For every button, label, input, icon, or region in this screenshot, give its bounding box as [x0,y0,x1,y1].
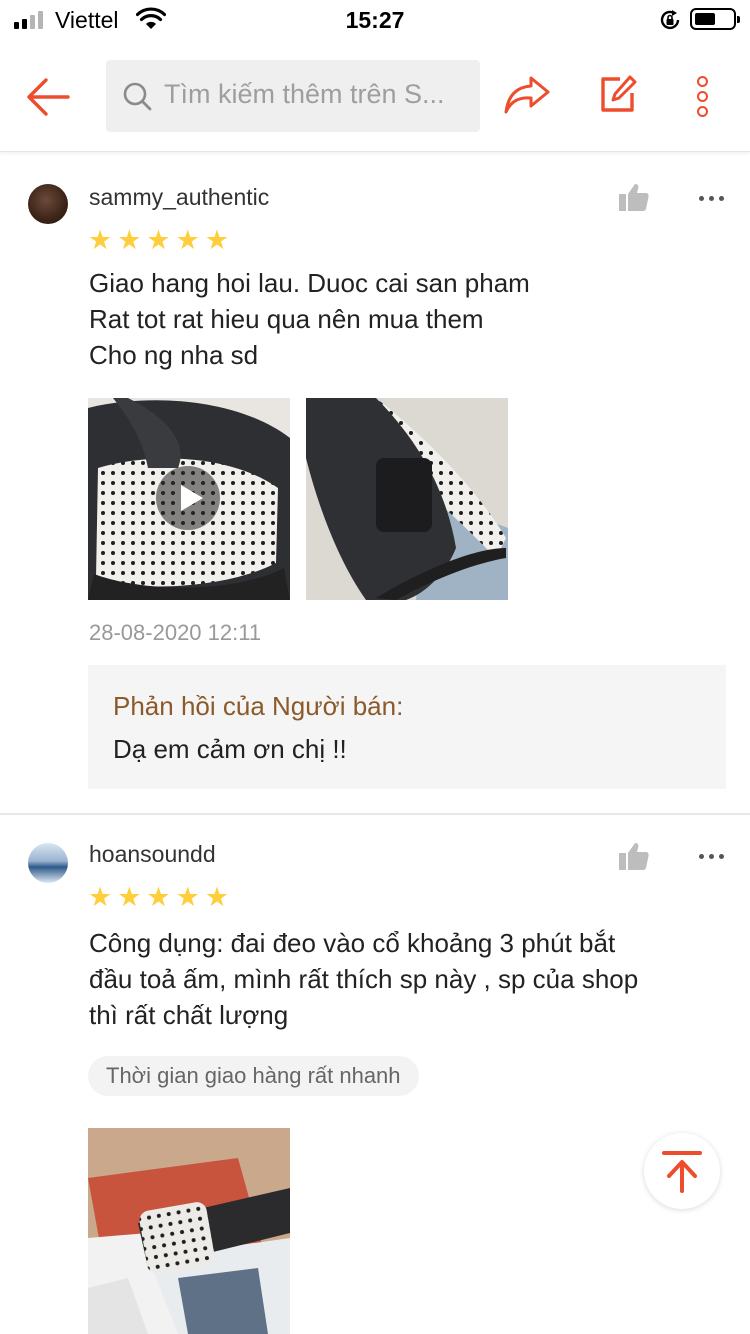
avatar[interactable] [28,184,68,224]
review-tag: Thời gian giao hàng rất nhanh [88,1056,419,1096]
rating-stars: ★★★★★ [88,225,235,255]
arrow-up-to-top-icon [662,1151,702,1193]
scroll-to-top-button[interactable] [644,1133,720,1209]
search-placeholder: Tìm kiếm thêm trên S... [164,79,445,109]
more-options-icon[interactable] [699,196,725,202]
review-text-line: Rat tot rat hieu qua nên mua them [89,304,484,334]
status-time: 15:27 [345,7,405,33]
back-arrow-icon[interactable] [24,72,74,122]
thumbs-up-icon[interactable] [618,182,650,212]
rating-stars: ★★★★★ [88,882,235,912]
battery-icon [690,8,740,30]
review-text-line: Giao hang hoi lau. Duoc cai san pham [89,268,530,298]
review-image-thumbnail[interactable] [88,1128,290,1334]
review-item: hoansoundd ★★★★★ Công dụng: đai đeo vào … [0,815,750,1334]
review-timestamp: 28-08-2020 12:11 [89,620,262,645]
review-username[interactable]: sammy_authentic [89,184,269,211]
status-bar: Viettel 15:27 [0,0,750,40]
product-photo [88,1128,290,1334]
top-nav-bar: Tìm kiếm thêm trên S... [0,40,750,152]
play-icon[interactable] [156,466,220,530]
avatar[interactable] [28,843,68,883]
battery-tip [737,16,740,23]
review-image-thumbnail[interactable] [306,398,508,600]
edit-icon[interactable] [598,74,638,114]
seller-reply-message: Dạ em cảm ơn chị !! [113,734,347,764]
seller-reply-label: Phản hồi của Người bán: [113,691,404,721]
search-icon [123,82,152,111]
review-text-line: thì rất chất lượng [89,1000,289,1030]
share-arrow-icon[interactable] [503,74,551,118]
review-text: Giao hang hoi lau. Duoc cai san pham Rat… [89,265,719,373]
vertical-dots-icon[interactable] [688,76,718,118]
review-username[interactable]: hoansoundd [89,841,216,868]
review-text: Công dụng: đai đeo vào cổ khoảng 3 phút … [89,925,729,1033]
orientation-lock-icon [660,10,680,30]
review-text-line: Công dụng: đai đeo vào cổ khoảng 3 phút … [89,928,616,958]
product-photo [306,398,508,600]
review-text-line: đầu toả ấm, mình rất thích sp này , sp c… [89,964,639,994]
search-input[interactable]: Tìm kiếm thêm trên S... [106,60,480,132]
review-text-line: Cho ng nha sd [89,340,259,370]
battery-fill [695,13,715,25]
more-options-icon[interactable] [699,854,725,860]
review-video-thumbnail[interactable] [88,398,290,600]
seller-reply: Phản hồi của Người bán: Dạ em cảm ơn chị… [88,665,726,789]
review-item: sammy_authentic ★★★★★ Giao hang hoi lau.… [0,154,750,814]
thumbs-up-icon[interactable] [618,841,650,871]
